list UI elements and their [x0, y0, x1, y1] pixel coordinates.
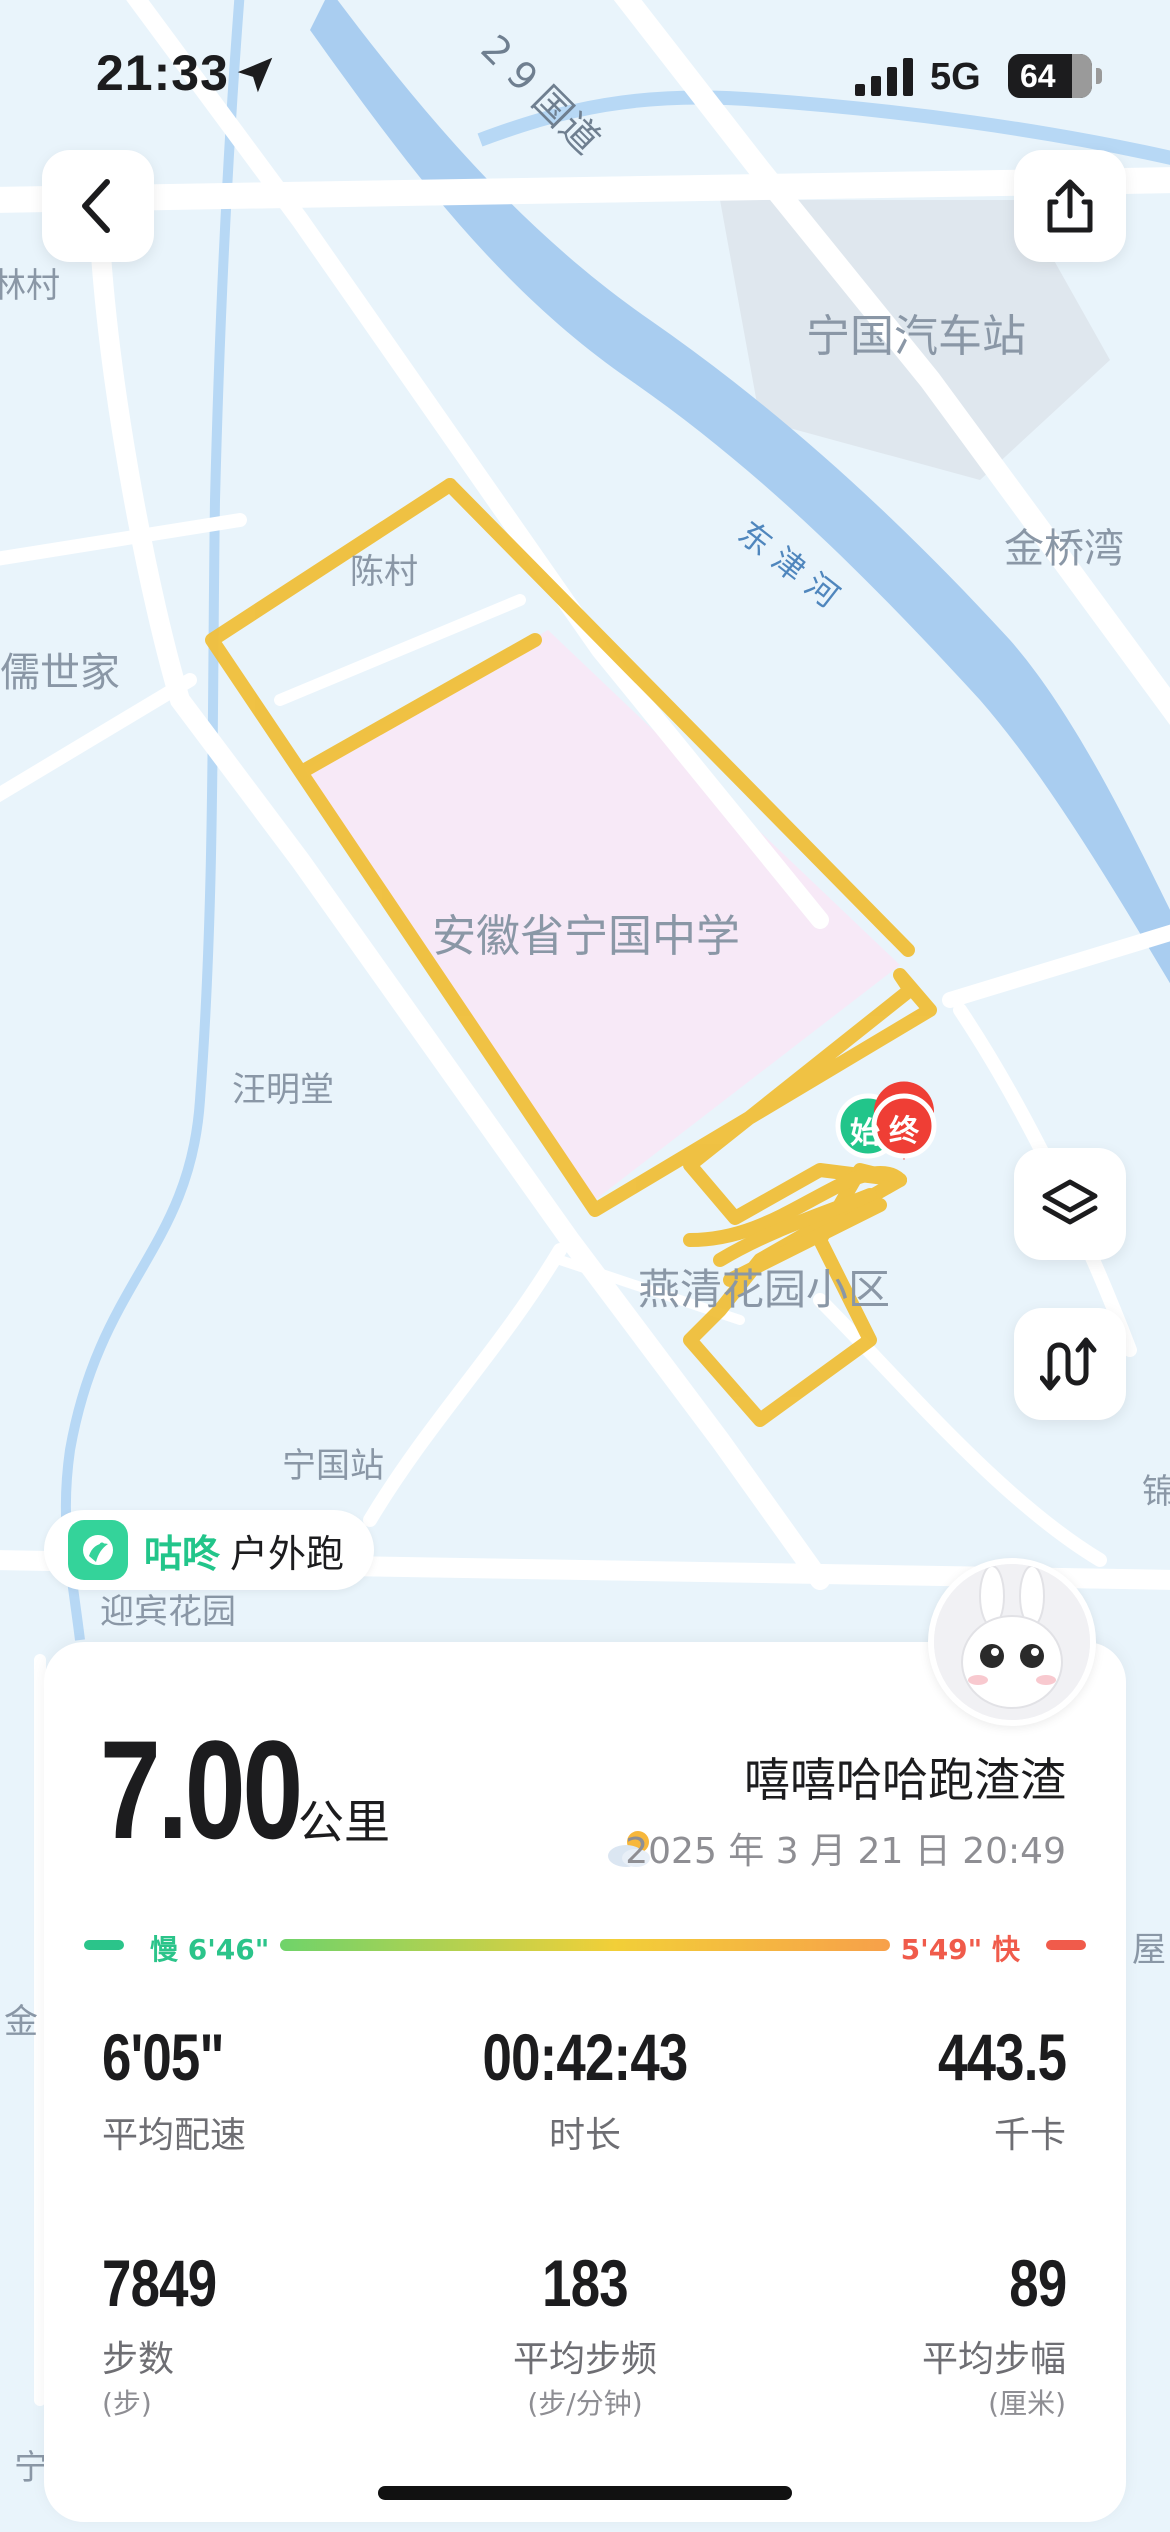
activity-datetime: 2025 年 3 月 21 日 20:49: [625, 1831, 1066, 1872]
status-bar: 21:33 5G 64: [0, 0, 1170, 150]
gudong-logo-icon: [68, 1520, 128, 1580]
pace-fast-label: 5'49" 快: [900, 1933, 1020, 1966]
signal-icon: [855, 58, 913, 96]
map-label-wangmingtang: 汪明堂: [232, 1070, 334, 1110]
map-label-left-jin: 金: [4, 2002, 38, 2042]
back-button[interactable]: [42, 150, 154, 262]
map-label-jinqiaowan: 金桥湾: [1004, 526, 1124, 572]
end-marker-label: 终: [889, 1114, 919, 1149]
back-icon: [82, 179, 110, 233]
map-label-ningguo-station: 宁国站: [282, 1446, 384, 1486]
stat-stride-value: 89: [1008, 2246, 1067, 2320]
home-indicator[interactable]: [378, 2486, 792, 2500]
activity-type: 户外跑: [230, 1531, 345, 1576]
pace-legend: 慢 6'46" 5'49" 快: [84, 1924, 1086, 1966]
avatar-image: [934, 1564, 1090, 1720]
map-label-left-cun: 林村: [0, 266, 60, 306]
share-button[interactable]: [1014, 150, 1126, 262]
status-time: 21:33: [96, 45, 229, 101]
network-type: 5G: [930, 56, 981, 98]
stat-stride-label: 平均步幅: [921, 2339, 1066, 2380]
pace-slow-label: 慢 6'46": [150, 1933, 270, 1966]
map-label-right-jin: 锦: [1142, 1472, 1170, 1512]
location-arrow-icon: [237, 57, 273, 93]
distance-value: 7.00: [100, 1711, 303, 1868]
stat-calories-value: 443.5: [937, 2020, 1067, 2094]
stat-avg-pace-value: 6'05": [102, 2020, 224, 2094]
map-label-left-shijia: 儒世家: [0, 650, 120, 696]
stat-duration-label: 时长: [548, 2115, 622, 2156]
map-label-yingbin: 迎宾花园: [100, 1592, 236, 1632]
stat-steps-label: 步数: [102, 2339, 175, 2380]
route-toggle-icon: [1040, 1337, 1097, 1391]
stat-duration-value: 00:42:43: [482, 2020, 689, 2094]
stat-avg-pace-label: 平均配速: [102, 2115, 247, 2156]
start-marker-label: 始: [850, 1116, 880, 1151]
layers-button[interactable]: [1014, 1148, 1126, 1260]
map-label-left-ning: 宁: [14, 2448, 48, 2488]
map-label-yanqing: 燕清花园小区: [638, 1265, 891, 1314]
share-icon: [1047, 179, 1093, 233]
stat-steps-unit: (步): [102, 2387, 152, 2420]
stat-cadence-unit: (步/分钟): [527, 2387, 643, 2420]
battery-level: 64: [1020, 58, 1056, 94]
layers-icon: [1042, 1179, 1098, 1225]
brand-badge: 咕咚 户外跑: [44, 1510, 375, 1590]
stat-stride-unit: (厘米): [988, 2387, 1066, 2420]
avatar[interactable]: [928, 1558, 1096, 1726]
username: 嘻嘻哈哈跑渣渣: [744, 1753, 1066, 1807]
pace-slow-dot: [84, 1940, 124, 1950]
pace-fast-dot: [1046, 1940, 1086, 1950]
battery-indicator: 64: [1008, 54, 1102, 98]
distance-unit: 公里: [298, 1795, 390, 1849]
pace-gradient-bar: [280, 1939, 890, 1951]
map-label-chencun: 陈村: [350, 552, 418, 592]
map-label-right-wu: 屋: [1132, 1930, 1166, 1970]
stat-steps-value: 7849: [102, 2246, 217, 2320]
stat-cadence-value: 183: [542, 2246, 629, 2320]
brand-name: 咕咚: [144, 1531, 221, 1576]
stat-cadence-label: 平均步频: [512, 2339, 658, 2380]
stat-calories-label: 千卡: [993, 2115, 1066, 2156]
map-label-school: 安徽省宁国中学: [432, 911, 740, 962]
map-label-bus-station: 宁国汽车站: [806, 311, 1026, 362]
route-toggle-button[interactable]: [1014, 1308, 1126, 1420]
